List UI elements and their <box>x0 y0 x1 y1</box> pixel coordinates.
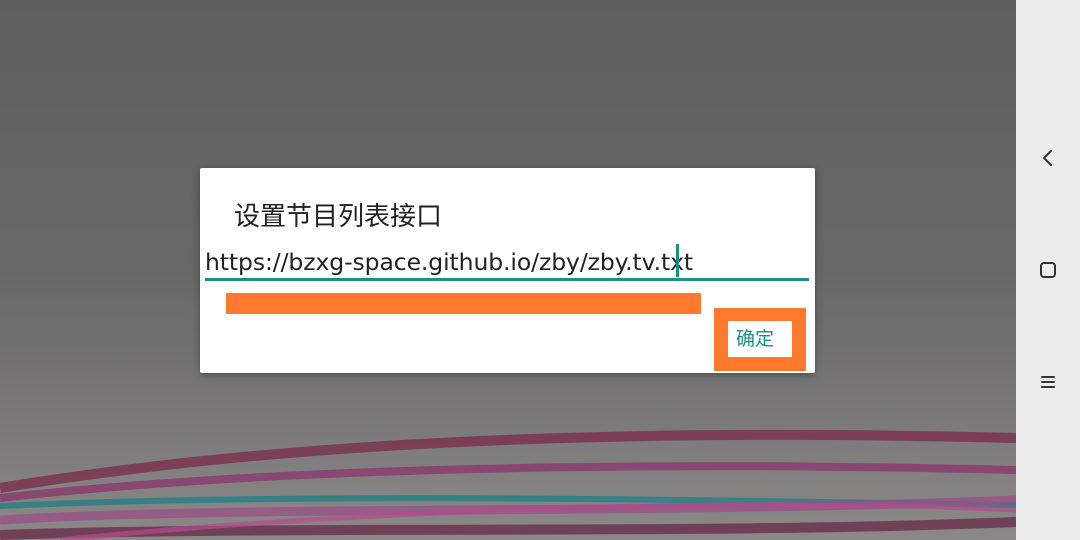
text-cursor <box>676 244 679 277</box>
ok-button[interactable]: 确定 <box>728 321 792 357</box>
navigation-bar <box>1016 0 1080 540</box>
back-icon[interactable] <box>1028 138 1068 178</box>
redaction-bar <box>226 293 701 314</box>
ok-button-label: 确定 <box>736 328 775 350</box>
screen: 设置节目列表接口 https://bzxg-space.github.io/zb… <box>0 0 1080 540</box>
url-input[interactable]: https://bzxg-space.github.io/zby/zby.tv.… <box>205 244 809 281</box>
playlist-api-dialog: 设置节目列表接口 https://bzxg-space.github.io/zb… <box>200 168 815 373</box>
url-input-value: https://bzxg-space.github.io/zby/zby.tv.… <box>205 248 694 276</box>
dialog-title: 设置节目列表接口 <box>234 202 443 232</box>
home-icon[interactable] <box>1028 250 1068 290</box>
menu-icon[interactable] <box>1028 362 1068 402</box>
